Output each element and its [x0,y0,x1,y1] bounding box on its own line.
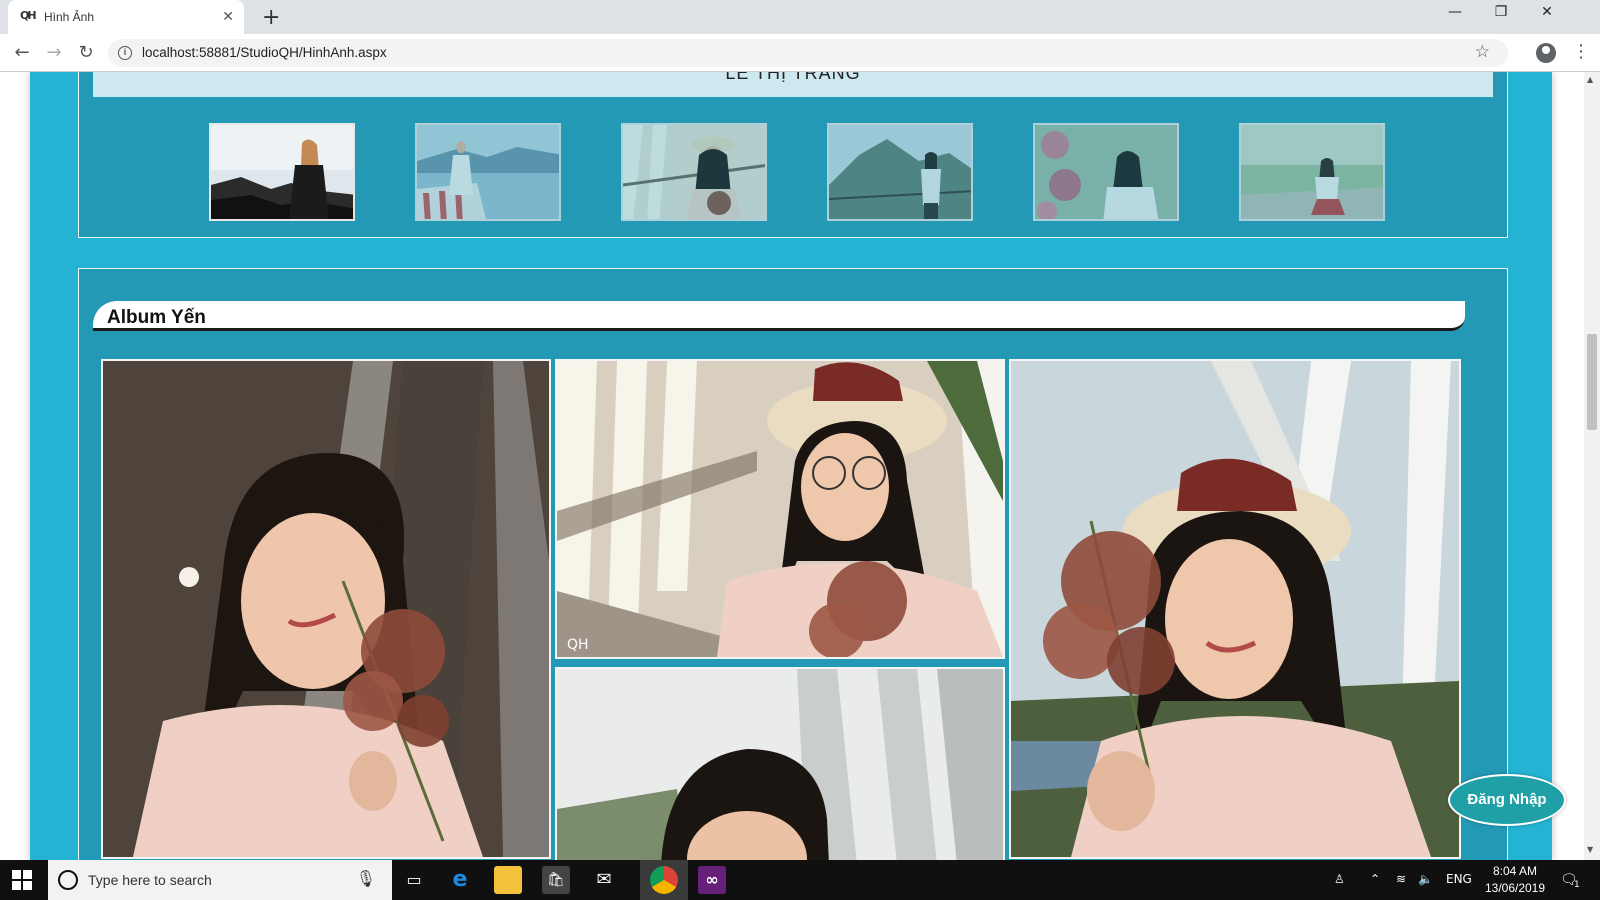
page-viewport: LÊ THỊ TRANG Album Yến QH Đăng Nhập [0,72,1584,860]
thumbnail-image[interactable] [415,123,561,221]
login-button[interactable]: Đăng Nhập [1448,774,1566,826]
page-container: LÊ THỊ TRANG Album Yến QH [30,72,1552,860]
album-photo[interactable] [101,359,551,859]
visual-studio-icon[interactable]: ∞ [698,866,726,894]
browser-toolbar: ← → ↻ i localhost:58881/StudioQH/HinhAnh… [0,34,1600,72]
volume-icon[interactable]: 🔈 [1418,872,1433,886]
info-icon[interactable]: i [118,46,132,60]
thumbnail-strip [209,123,1389,221]
album-header: Album Yến [93,301,1465,331]
microphone-icon[interactable]: 🎙 [356,869,376,888]
thumbnail-image[interactable] [209,123,355,221]
forward-button[interactable]: → [42,41,66,65]
windows-start-icon[interactable] [12,870,32,890]
reload-button[interactable]: ↻ [74,41,98,65]
thumbnail-image[interactable] [621,123,767,221]
tab-title: Hình Ảnh [44,10,95,24]
cortana-icon [58,870,78,890]
album-photo[interactable]: QH [555,359,1005,659]
album-title: Album Yến [107,307,206,328]
browser-menu-icon[interactable]: ⋮ [1572,41,1590,62]
thumbnail-image[interactable] [1239,123,1385,221]
scroll-up-icon[interactable]: ▲ [1587,75,1593,84]
back-button[interactable]: ← [10,41,34,65]
notification-count: 1 [1574,880,1580,890]
thumbnail-image[interactable] [827,123,973,221]
taskbar-clock[interactable]: 8:04 AM 13/06/2019 [1470,863,1560,897]
taskbar-search-box[interactable]: Type here to search 🎙 [48,860,392,900]
minimize-button[interactable]: — [1432,4,1478,30]
clock-date: 13/06/2019 [1484,881,1546,895]
language-indicator[interactable]: ENG [1446,872,1472,886]
bookmark-star-icon[interactable]: ☆ [1475,42,1490,62]
site-favicon-icon: QH [20,9,37,22]
taskbar-search-placeholder[interactable]: Type here to search [88,872,212,888]
browser-tab-bar: QH Hình Ảnh ✕ + — ❐ ✕ [0,0,1600,34]
edge-browser-icon[interactable]: e [446,866,474,894]
mail-icon[interactable]: ✉ [590,866,618,894]
scroll-down-icon[interactable]: ▼ [1587,845,1593,854]
address-bar[interactable]: i localhost:58881/StudioQH/HinhAnh.aspx … [108,39,1508,67]
browser-tab[interactable]: QH Hình Ảnh ✕ [8,0,244,34]
new-tab-button[interactable]: + [262,5,280,30]
people-icon[interactable]: ♙ [1334,872,1345,886]
name-banner: LÊ THỊ TRANG [93,72,1493,97]
page-scrollbar[interactable]: ▲ ▼ [1584,72,1600,860]
restore-button[interactable]: ❐ [1478,4,1524,30]
scroll-thumb[interactable] [1587,334,1597,430]
network-icon[interactable]: ≋ [1396,872,1406,886]
tray-overflow-icon[interactable]: ⌃ [1370,872,1380,886]
window-close-button[interactable]: ✕ [1524,4,1570,30]
store-icon[interactable]: 🛍 [542,866,570,894]
profile-icon[interactable] [1536,43,1556,63]
chrome-icon[interactable] [650,866,678,894]
file-explorer-icon[interactable] [494,866,522,894]
model-name: LÊ THỊ TRANG [725,72,861,83]
album-photo[interactable] [555,667,1005,860]
url-text[interactable]: localhost:58881/StudioQH/HinhAnh.aspx [142,45,387,60]
thumbnail-image[interactable] [1033,123,1179,221]
svg-text:QH: QH [567,637,589,653]
clock-time: 8:04 AM [1492,864,1538,878]
tab-close-icon[interactable]: ✕ [222,8,234,25]
windows-taskbar: Type here to search 🎙 ▭ e 🛍 ✉ ∞ ♙ ⌃ ≋ 🔈 … [0,860,1600,900]
task-view-icon[interactable]: ▭ [400,866,428,894]
profile-section: LÊ THỊ TRANG [78,72,1508,238]
album-photo[interactable] [1009,359,1461,859]
album-section: Album Yến QH [78,268,1508,860]
